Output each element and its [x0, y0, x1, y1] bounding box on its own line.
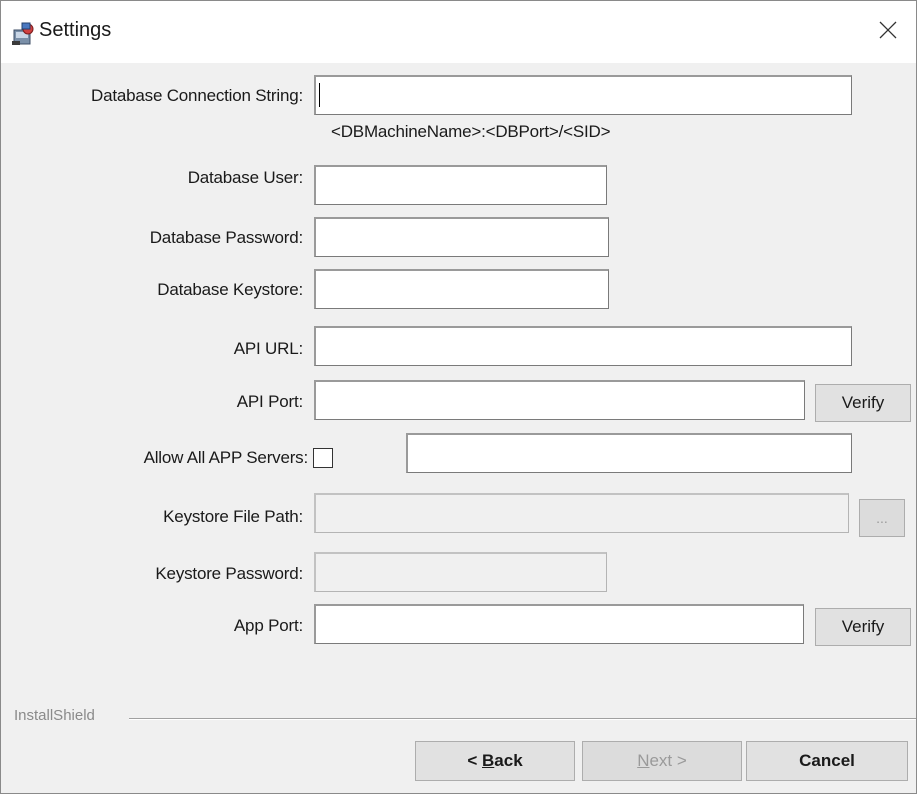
keystore-password-label: Keystore Password:	[155, 564, 303, 583]
back-mnemonic: B	[482, 751, 495, 770]
installshield-label: InstallShield	[14, 707, 95, 724]
api-port-input[interactable]	[314, 380, 805, 420]
app-port-label: App Port:	[233, 616, 303, 635]
api-url-label: API URL:	[233, 339, 303, 358]
keystore-file-path-label: Keystore File Path:	[163, 507, 303, 526]
footer-divider	[129, 718, 916, 720]
allow-all-app-servers-checkbox[interactable]	[313, 448, 333, 468]
db-password-input[interactable]	[314, 217, 609, 257]
db-password-label: Database Password:	[149, 228, 303, 247]
db-keystore-input[interactable]	[314, 269, 609, 309]
allow-all-app-servers-label: Allow All APP Servers:	[143, 448, 309, 467]
api-url-input[interactable]	[314, 326, 852, 366]
api-port-verify-button[interactable]: Verify	[815, 384, 911, 422]
db-connection-hint: <DBMachineName>:<DBPort>/<SID>	[331, 122, 611, 141]
keystore-password-input[interactable]	[314, 552, 607, 592]
api-port-label: API Port:	[236, 392, 303, 411]
close-icon	[879, 21, 897, 44]
db-connection-input[interactable]	[314, 75, 852, 115]
app-port-verify-button[interactable]: Verify	[815, 608, 911, 646]
next-button[interactable]: Next >	[582, 741, 742, 781]
db-connection-label: Database Connection String:	[91, 86, 303, 105]
title-bar: Settings	[1, 1, 916, 63]
back-button[interactable]: < Back	[415, 741, 575, 781]
browse-button[interactable]: ...	[859, 499, 905, 537]
db-keystore-label: Database Keystore:	[157, 280, 303, 299]
next-mnemonic: N	[637, 751, 650, 770]
window-title: Settings	[39, 19, 112, 41]
settings-dialog: Settings Database Connection String: <DB…	[0, 0, 917, 794]
back-prefix: <	[467, 751, 482, 770]
app-port-input[interactable]	[314, 604, 804, 644]
db-user-label: Database User:	[187, 168, 304, 187]
app-servers-input[interactable]	[406, 433, 852, 473]
cancel-button[interactable]: Cancel	[746, 741, 908, 781]
keystore-file-path-input[interactable]	[314, 493, 849, 533]
installer-icon	[11, 21, 35, 45]
back-rest: ack	[494, 751, 523, 770]
text-caret	[319, 83, 320, 107]
next-rest: ext >	[649, 751, 687, 770]
close-button[interactable]	[860, 1, 916, 63]
db-user-input[interactable]	[314, 165, 607, 205]
